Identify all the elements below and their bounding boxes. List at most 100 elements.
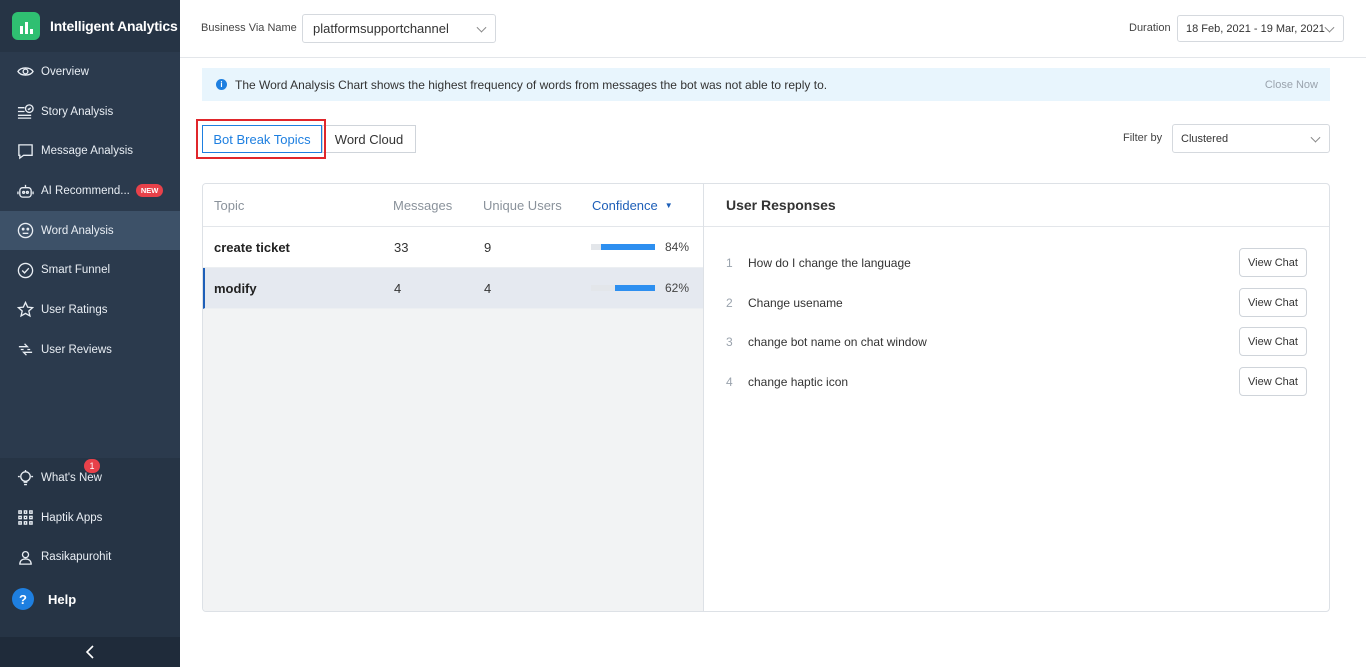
collapse-sidebar-button[interactable]	[0, 637, 180, 667]
chevron-down-icon	[1324, 22, 1335, 33]
app-title: Intelligent Analytics	[50, 18, 178, 34]
business-select-value: platformsupportchannel	[313, 21, 449, 36]
user-responses-title: User Responses	[704, 184, 1329, 227]
sidebar-item-whats-new[interactable]: What's New 1	[0, 458, 180, 498]
sidebar-item-story-analysis[interactable]: Story Analysis	[0, 92, 180, 132]
brand[interactable]: Intelligent Analytics	[0, 0, 180, 52]
chevron-down-icon	[1310, 132, 1321, 143]
table-header: Topic Messages Unique Users Confidence ▼	[203, 184, 703, 227]
response-text: change haptic icon	[748, 375, 849, 389]
sidebar-item-label: User Reviews	[41, 343, 112, 356]
sidebar-item-user-reviews[interactable]: User Reviews	[0, 330, 180, 370]
sidebar-item-ai-recommendations[interactable]: AI Recommend... NEW	[0, 171, 180, 211]
sidebar-item-message-analysis[interactable]: Message Analysis	[0, 131, 180, 171]
tab-word-cloud[interactable]: Word Cloud	[322, 125, 416, 153]
response-text: change bot name on chat window	[748, 335, 927, 349]
list-item: 2 Change usename View Chat	[704, 286, 1329, 320]
sidebar-bottom: What's New 1 Haptik Apps Rasikapurohit ?…	[0, 458, 180, 667]
robot-icon	[16, 182, 34, 200]
highlight-box	[196, 119, 326, 159]
user-responses-panel: User Responses 1 How do I change the lan…	[704, 184, 1329, 611]
help-label: Help	[48, 591, 77, 607]
row-messages: 4	[394, 280, 402, 296]
sidebar-item-overview[interactable]: Overview	[0, 52, 180, 92]
view-chat-button[interactable]: View Chat	[1239, 327, 1307, 356]
filter-select[interactable]: Clustered	[1172, 124, 1330, 153]
business-select[interactable]: platformsupportchannel	[302, 14, 496, 43]
row-topic: create ticket	[214, 239, 290, 255]
table-row[interactable]: create ticket 33 9 84%	[203, 227, 703, 268]
sidebar: Intelligent Analytics Overview Story Ana…	[0, 0, 180, 667]
duration-select[interactable]: 18 Feb, 2021 - 19 Mar, 2021	[1177, 15, 1344, 42]
notification-count-badge: 1	[84, 459, 100, 473]
word-analysis-panel: Topic Messages Unique Users Confidence ▼…	[202, 183, 1330, 612]
reviews-icon	[16, 341, 34, 359]
list-item: 4 change haptic icon View Chat	[704, 365, 1329, 399]
new-badge: NEW	[135, 184, 164, 198]
sidebar-item-user-profile[interactable]: Rasikapurohit	[0, 537, 180, 577]
sidebar-item-label: AI Recommend...	[41, 184, 130, 197]
funnel-check-icon	[16, 261, 34, 279]
header-confidence-label: Confidence	[592, 197, 658, 213]
sidebar-item-label: Story Analysis	[41, 105, 114, 118]
eye-icon	[16, 63, 34, 81]
confidence-bar	[591, 285, 655, 291]
response-number: 1	[726, 256, 733, 270]
chevron-down-icon	[476, 22, 487, 33]
face-icon	[16, 222, 34, 240]
response-text: How do I change the language	[748, 256, 911, 270]
duration-select-value: 18 Feb, 2021 - 19 Mar, 2021	[1186, 22, 1325, 35]
duration-label: Duration	[1129, 22, 1171, 34]
sidebar-nav: Overview Story Analysis Message Analysis…	[0, 52, 180, 370]
business-label: Business Via Name	[201, 22, 297, 34]
header-unique-users: Unique Users	[483, 197, 562, 213]
response-number: 4	[726, 375, 733, 389]
header-confidence-sort[interactable]: Confidence ▼	[592, 184, 673, 226]
sidebar-item-user-ratings[interactable]: User Ratings	[0, 290, 180, 330]
header-messages: Messages	[393, 197, 453, 213]
help-button[interactable]: ? Help	[12, 588, 77, 612]
response-text: Change usename	[748, 296, 843, 310]
row-confidence: 62%	[665, 281, 690, 295]
confidence-bar	[591, 244, 655, 250]
help-chat-icon: ?	[12, 588, 40, 612]
row-unique-users: 4	[484, 280, 492, 296]
view-chat-button[interactable]: View Chat	[1239, 367, 1307, 396]
info-icon: i	[216, 79, 227, 90]
row-topic: modify	[214, 280, 257, 296]
close-now-link[interactable]: Close Now	[1265, 79, 1318, 91]
user-icon	[16, 548, 34, 566]
view-chat-button[interactable]: View Chat	[1239, 288, 1307, 317]
message-icon	[16, 142, 34, 160]
story-icon	[16, 103, 34, 121]
view-chat-button[interactable]: View Chat	[1239, 248, 1307, 277]
sidebar-item-label: Haptik Apps	[41, 511, 103, 524]
filter-select-value: Clustered	[1181, 132, 1229, 145]
sidebar-item-smart-funnel[interactable]: Smart Funnel	[0, 250, 180, 290]
chevron-left-icon	[85, 645, 94, 659]
table-row[interactable]: modify 4 4 62%	[203, 268, 703, 309]
top-bar: Business Via Name platformsupportchannel…	[180, 0, 1366, 58]
sidebar-item-label: Overview	[41, 65, 89, 78]
bulb-icon	[16, 469, 34, 487]
star-icon	[16, 301, 34, 319]
response-number: 3	[726, 335, 733, 349]
row-unique-users: 9	[484, 239, 492, 255]
grid-icon	[16, 509, 34, 527]
row-confidence: 84%	[665, 240, 690, 254]
row-messages: 33	[394, 239, 409, 255]
response-number: 2	[726, 296, 733, 310]
topics-table: Topic Messages Unique Users Confidence ▼…	[203, 184, 704, 611]
filter-label: Filter by	[1123, 132, 1163, 144]
list-item: 1 How do I change the language View Chat	[704, 246, 1329, 280]
sidebar-item-haptik-apps[interactable]: Haptik Apps	[0, 498, 180, 538]
sidebar-item-word-analysis[interactable]: Word Analysis	[0, 210, 180, 251]
sort-desc-icon: ▼	[664, 200, 673, 210]
list-item: 3 change bot name on chat window View Ch…	[704, 325, 1329, 359]
info-banner-text: The Word Analysis Chart shows the highes…	[235, 77, 828, 92]
sidebar-item-label: Message Analysis	[41, 145, 134, 158]
confidence-bar-fill	[601, 244, 655, 250]
header-topic: Topic	[214, 197, 245, 213]
sidebar-item-label: Rasikapurohit	[41, 551, 112, 564]
info-banner: i The Word Analysis Chart shows the high…	[202, 68, 1330, 101]
